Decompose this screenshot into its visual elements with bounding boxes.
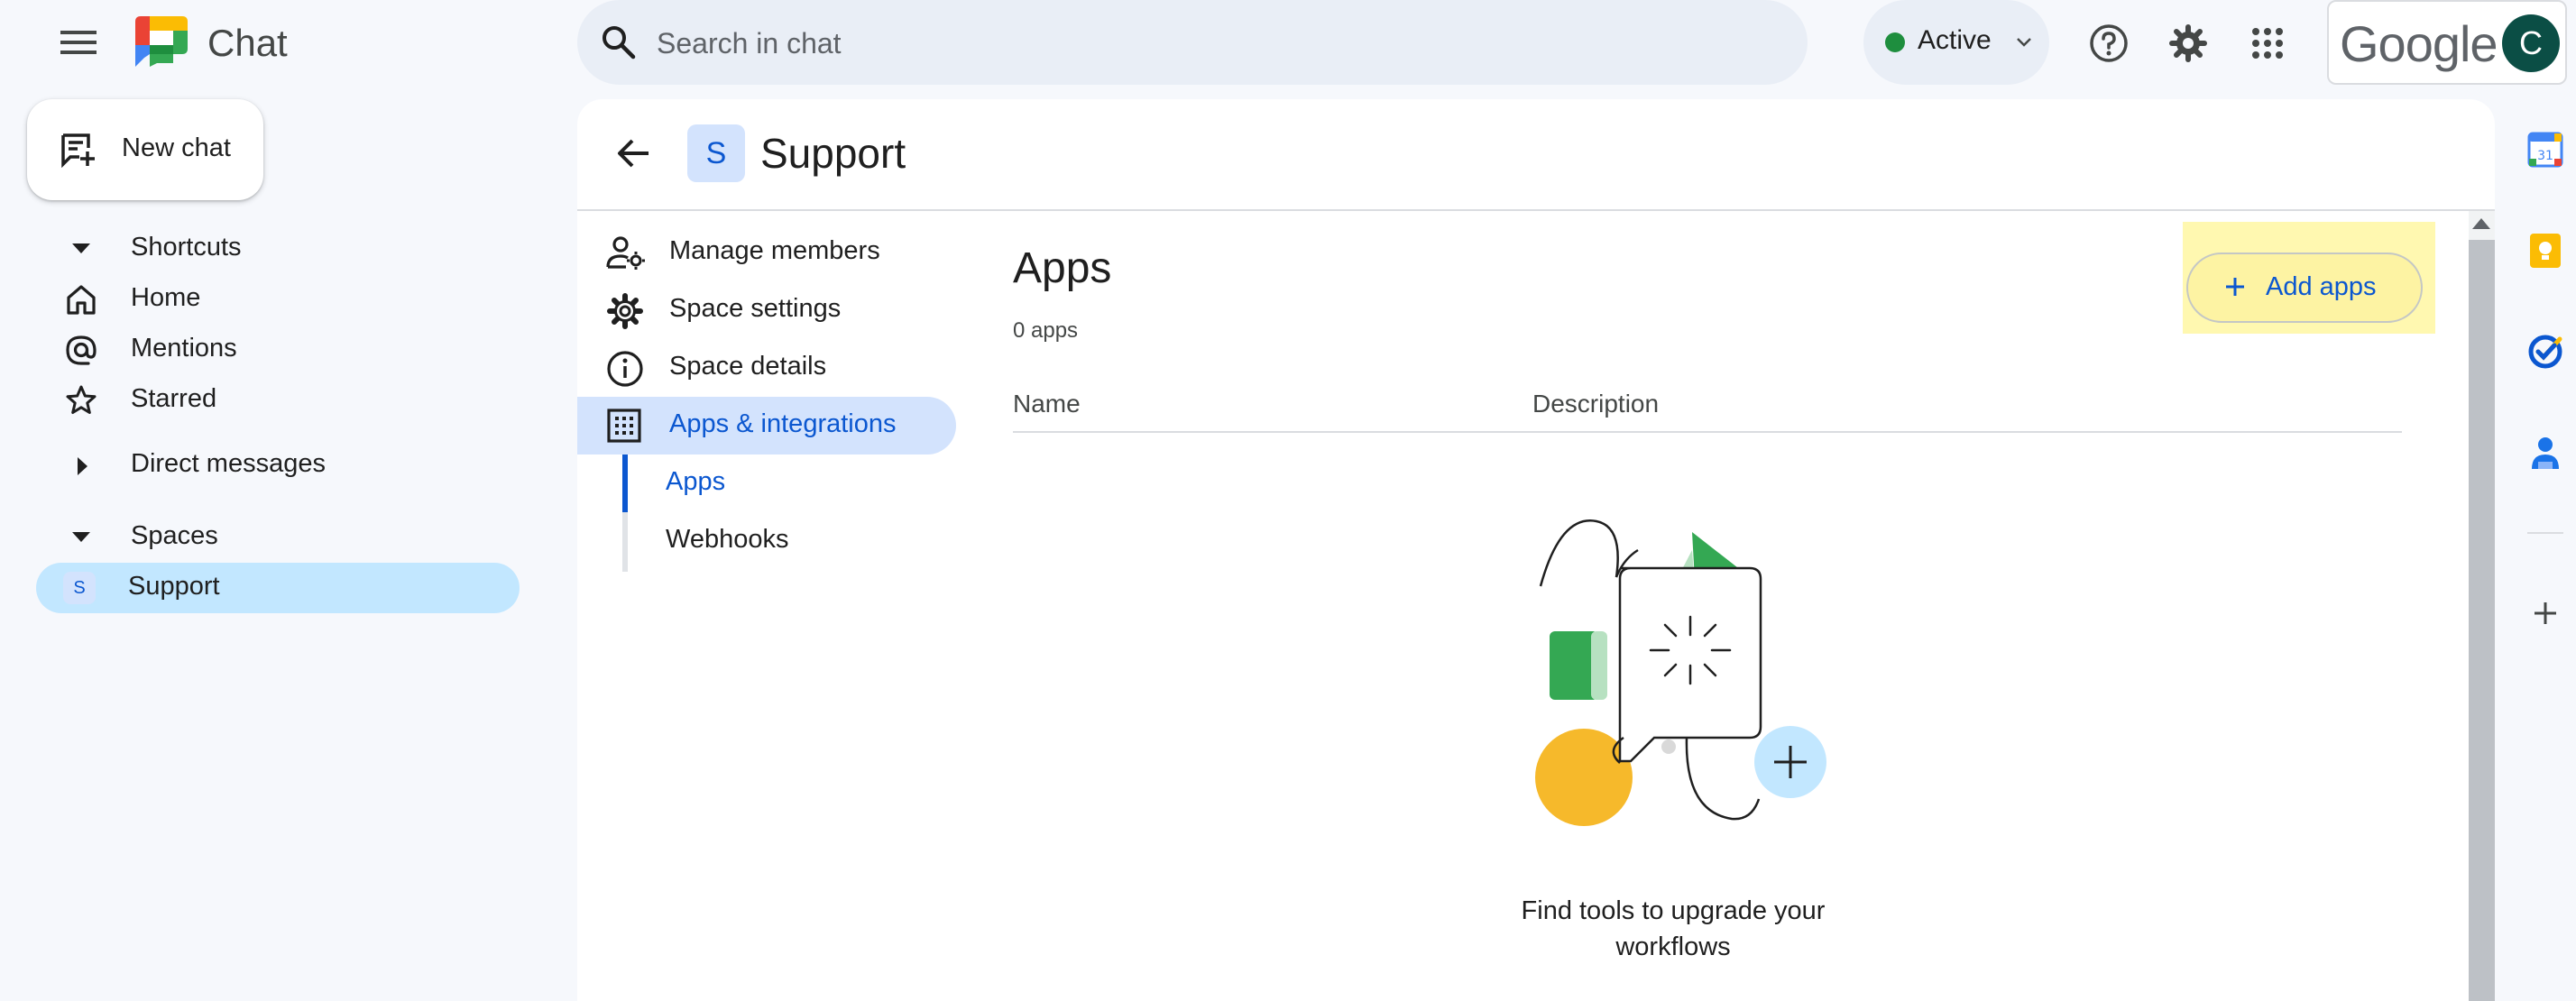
table-header-divider bbox=[1013, 431, 2402, 433]
scroll-up-arrow[interactable] bbox=[2472, 218, 2490, 229]
submenu-item-webhooks[interactable]: Webhooks bbox=[666, 525, 789, 555]
chat-logo-icon bbox=[135, 16, 188, 67]
apps-section-title: Apps bbox=[1013, 244, 1112, 292]
home-icon bbox=[67, 285, 96, 315]
main-menu-button[interactable] bbox=[47, 14, 110, 70]
account-switcher[interactable]: Google C bbox=[2327, 0, 2567, 85]
shortcuts-section-toggle[interactable]: Shortcuts bbox=[63, 231, 334, 269]
chat-logo bbox=[132, 13, 191, 70]
column-header-description: Description bbox=[1532, 390, 1660, 418]
sidebar-item-label: Starred bbox=[131, 384, 217, 413]
add-icon bbox=[2535, 602, 2556, 624]
tasks-icon bbox=[2528, 335, 2562, 369]
status-indicator bbox=[1885, 32, 1905, 52]
new-chat-button[interactable]: New chat bbox=[27, 99, 263, 200]
apps-count: 0 apps bbox=[1013, 318, 1079, 343]
app-title: Chat bbox=[207, 22, 288, 64]
menu-item-apps-integrations[interactable]: Apps & integrations bbox=[577, 397, 956, 455]
calendar-day: 31 bbox=[2537, 149, 2553, 163]
calendar-app-button[interactable]: 31 bbox=[2522, 126, 2569, 173]
get-addons-button[interactable] bbox=[2522, 590, 2569, 637]
apps-launcher-icon bbox=[2252, 28, 2283, 59]
sidebar-item-mentions[interactable]: Mentions bbox=[63, 332, 334, 370]
google-logo-text: Google bbox=[2340, 15, 2498, 72]
search-bar[interactable] bbox=[577, 0, 1808, 85]
caret-down-icon bbox=[72, 532, 90, 542]
sidebar-item-starred[interactable]: Starred bbox=[63, 382, 334, 420]
calendar-icon: 31 bbox=[2527, 132, 2563, 168]
contacts-app-button[interactable] bbox=[2522, 429, 2569, 476]
gear-icon bbox=[2169, 24, 2207, 62]
space-panel: S Support Manage members Space settings bbox=[577, 99, 2495, 1001]
direct-messages-section-toggle[interactable]: Direct messages bbox=[63, 447, 361, 485]
star-icon bbox=[66, 385, 97, 414]
menu-item-label: Apps & integrations bbox=[669, 409, 897, 438]
new-chat-icon bbox=[61, 133, 95, 168]
add-apps-button[interactable]: Add apps bbox=[2186, 253, 2423, 323]
direct-messages-label: Direct messages bbox=[131, 449, 326, 478]
avatar[interactable]: C bbox=[2502, 14, 2560, 72]
apps-grid-icon bbox=[607, 409, 641, 443]
page-title: Support bbox=[760, 130, 906, 177]
status-label: Active bbox=[1918, 25, 1992, 55]
menu-item-label: Manage members bbox=[669, 236, 880, 265]
new-chat-label: New chat bbox=[122, 133, 231, 162]
empty-state-message: Find tools to upgrade your workflows bbox=[1521, 896, 1826, 961]
help-button[interactable] bbox=[2080, 14, 2138, 72]
help-icon bbox=[2090, 24, 2128, 62]
space-header: S Support bbox=[577, 99, 2495, 211]
search-icon bbox=[603, 26, 636, 60]
status-dropdown[interactable]: Active bbox=[1863, 0, 2049, 85]
keep-icon bbox=[2530, 234, 2561, 268]
manage-members-icon bbox=[606, 236, 645, 270]
keep-app-button[interactable] bbox=[2522, 227, 2569, 274]
tasks-app-button[interactable] bbox=[2522, 328, 2569, 375]
space-avatar: S bbox=[687, 124, 745, 182]
column-header-name: Name bbox=[1013, 390, 1081, 418]
rail-divider bbox=[2527, 532, 2563, 534]
shortcuts-label: Shortcuts bbox=[131, 233, 242, 262]
contacts-icon bbox=[2532, 437, 2559, 469]
menu-item-label: Space settings bbox=[669, 294, 842, 323]
search-input[interactable] bbox=[655, 20, 1741, 67]
empty-state-illustration bbox=[1535, 519, 1826, 826]
chevron-down-icon bbox=[2017, 38, 2031, 47]
menu-item-space-settings[interactable]: Space settings bbox=[577, 281, 956, 339]
add-apps-label: Add apps bbox=[2266, 272, 2377, 301]
menu-item-space-details[interactable]: Space details bbox=[577, 339, 956, 397]
spaces-section-toggle[interactable]: Spaces bbox=[63, 519, 334, 557]
google-apps-button[interactable] bbox=[2239, 14, 2296, 72]
caret-down-icon bbox=[72, 243, 90, 253]
hamburger-menu-icon bbox=[60, 31, 97, 54]
at-sign-icon bbox=[66, 335, 97, 365]
arrow-back-icon bbox=[618, 139, 649, 168]
plus-icon bbox=[2226, 278, 2244, 296]
caret-right-icon bbox=[78, 457, 87, 475]
submenu-active-indicator bbox=[622, 455, 628, 512]
gear-icon bbox=[607, 293, 643, 329]
scrollbar-thumb[interactable] bbox=[2469, 240, 2495, 1001]
submenu-item-apps[interactable]: Apps bbox=[666, 467, 725, 497]
menu-item-manage-members[interactable]: Manage members bbox=[577, 224, 956, 281]
spaces-label: Spaces bbox=[131, 521, 218, 550]
sidebar-item-label: Support bbox=[128, 572, 220, 601]
info-icon bbox=[607, 351, 643, 387]
back-button[interactable] bbox=[604, 124, 662, 182]
settings-button[interactable] bbox=[2159, 14, 2217, 72]
menu-item-label: Space details bbox=[669, 352, 827, 381]
space-avatar: S bbox=[63, 572, 96, 604]
sidebar-item-support[interactable]: S Support bbox=[36, 563, 520, 613]
sidebar-item-label: Home bbox=[131, 283, 201, 312]
sidebar-item-home[interactable]: Home bbox=[63, 281, 334, 319]
sidebar-item-label: Mentions bbox=[131, 334, 237, 363]
